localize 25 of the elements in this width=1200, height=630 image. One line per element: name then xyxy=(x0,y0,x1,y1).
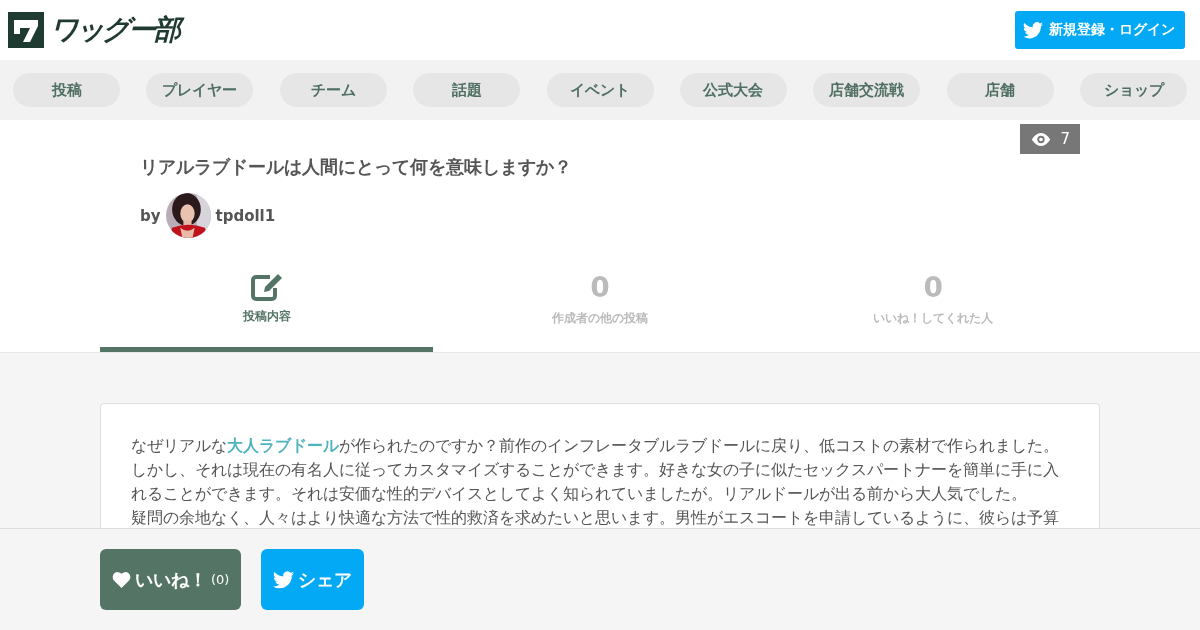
bird-icon xyxy=(1023,21,1043,39)
heart-icon xyxy=(112,571,131,588)
nav-tab[interactable]: ショップ xyxy=(1080,73,1187,107)
share-button[interactable]: シェア xyxy=(261,549,365,610)
by-label: by xyxy=(140,206,161,225)
nav-tab[interactable]: 投稿 xyxy=(13,73,120,107)
nav-tab[interactable]: 話題 xyxy=(413,73,521,107)
like-button[interactable]: いいね！ (0) xyxy=(100,549,242,610)
login-button[interactable]: 新規登録・ログイン xyxy=(1015,11,1185,49)
view-count: 7 xyxy=(1060,130,1070,148)
nav-tab[interactable]: プレイヤー xyxy=(146,73,254,107)
nav-tab[interactable]: イベント xyxy=(546,73,654,107)
nav-tab[interactable]: 公式大会 xyxy=(679,73,787,107)
tag-link[interactable]: 大人ラブドール xyxy=(227,437,339,455)
post-paragraph: 疑問の余地なく、人々はより快適な方法で性的救済を求めたいと思います。男性がエスコートを申請しているように、彼らは予算 xyxy=(131,508,1060,529)
edit-icon xyxy=(249,272,284,302)
post-title: リアルラブドールは人間にとって何を意味しますか？ xyxy=(140,155,573,179)
logo-icon[interactable] xyxy=(8,12,44,48)
bird-icon xyxy=(273,570,295,589)
post-paragraph: なぜリアルな大人ラブドールが作られたのですか？前作のインフレータブルラブドールに戻り、低コストの素材で作られました。しかし、それは現在の有名人に従ってカスタマイズすることができます。好きな女の子に似たセックスパートナーを簡単に手に入れることができます。それは安価な性的デバイスとしてよく知られていましたが。リアルドールが出る前から大人気でした。 xyxy=(131,436,1060,505)
author-name[interactable]: tpdoll1 xyxy=(215,206,276,225)
eye-icon xyxy=(1030,131,1053,147)
nav-tab[interactable]: 店舗交流戦 xyxy=(813,73,921,107)
nav-tab[interactable]: 店舗 xyxy=(946,73,1054,107)
nav-tab[interactable]: チーム xyxy=(279,73,387,107)
